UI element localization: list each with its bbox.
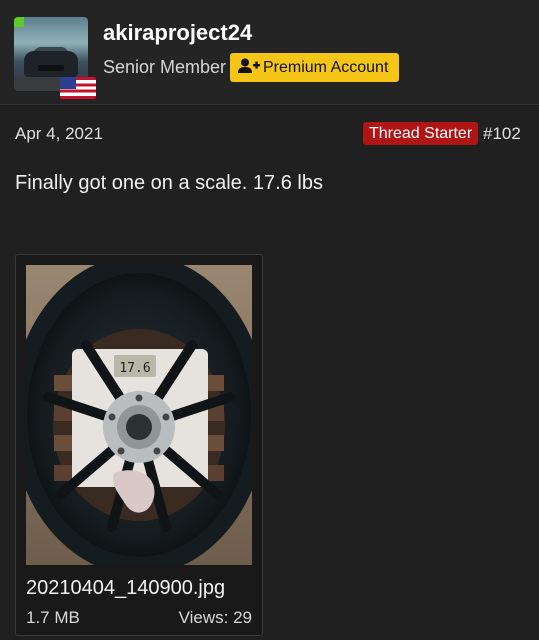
attachment-thumbnail[interactable]: 17.6 <box>26 265 252 565</box>
thread-starter-badge: Thread Starter <box>363 122 479 145</box>
premium-label: Premium Account <box>263 59 389 76</box>
attachment-filesize: 1.7 MB <box>26 608 80 627</box>
user-avatar[interactable] <box>14 17 96 99</box>
online-indicator <box>14 17 24 27</box>
attachment-card[interactable]: 17.6 20210404_140900.jpg 1.7 MB Views: 2… <box>15 254 263 636</box>
scale-reading: 17.6 <box>119 361 150 376</box>
user-title: Senior Member <box>103 57 227 77</box>
user-plus-icon <box>238 55 260 73</box>
post-date[interactable]: Apr 4, 2021 <box>15 124 103 144</box>
username-link[interactable]: akiraproject24 <box>103 20 252 46</box>
us-flag-icon <box>60 77 96 99</box>
attachment-filename[interactable]: 20210404_140900.jpg <box>26 577 225 600</box>
post-user-header: akiraproject24 Senior Member Premium Acc… <box>0 0 539 105</box>
wheel-photo-image: 17.6 <box>26 265 252 565</box>
premium-account-badge[interactable]: Premium Account <box>230 53 400 82</box>
post-number-link[interactable]: #102 <box>483 124 521 144</box>
post-body: Finally got one on a scale. 17.6 lbs <box>15 172 323 194</box>
attachment-views: Views: 29 <box>178 608 252 627</box>
